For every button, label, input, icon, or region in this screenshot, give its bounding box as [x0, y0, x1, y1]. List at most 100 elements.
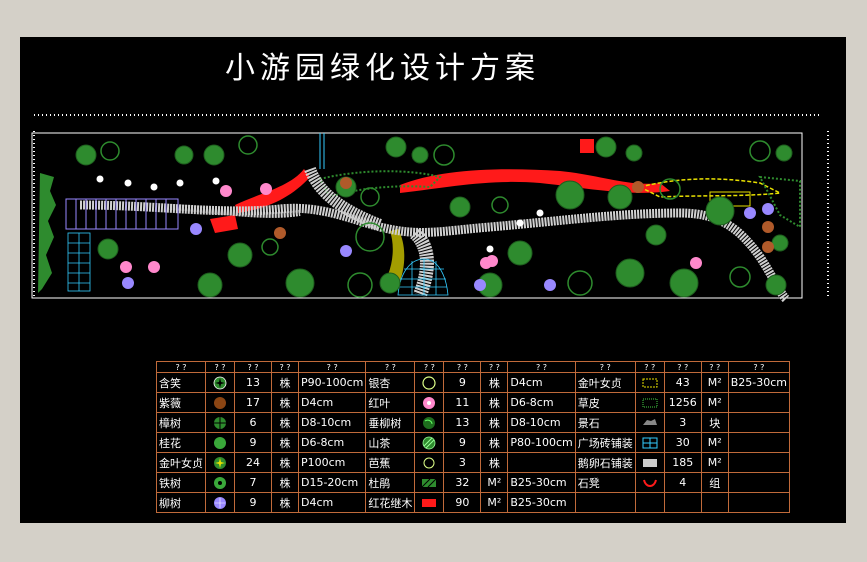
tree-symbol: [729, 266, 751, 288]
pergola: [65, 198, 179, 230]
tree-symbol: [507, 240, 533, 266]
tree-symbol: [238, 135, 258, 155]
tree-symbol: [775, 144, 793, 162]
plant-symbol: [414, 432, 445, 453]
shrub-symbol: [190, 223, 202, 235]
red-arc-icon: [642, 479, 657, 487]
cyan-grid-icon: [642, 437, 658, 448]
green-hatch-right: [758, 175, 801, 229]
plant-name: 柳树: [156, 492, 206, 513]
yellow-star-icon: [214, 456, 226, 469]
plaza-left: [67, 232, 91, 292]
plant-quantity: 30: [663, 432, 702, 453]
rock-icon: [642, 418, 657, 425]
tree-symbol: [411, 146, 429, 164]
shrub-symbol: [148, 261, 160, 273]
plant-symbol: [205, 372, 235, 393]
plant-unit: 株: [271, 432, 299, 453]
plant-spec: B25-30cm: [727, 372, 791, 393]
plant-quantity: 3: [443, 452, 482, 473]
tree-symbol: [607, 184, 633, 210]
plant-name: 石凳: [574, 472, 636, 493]
tree-symbol: [203, 144, 225, 166]
legend-row: 含笑 13 株 P90-100cm 银杏 9 株 D4cm 金叶女贞 43 M² B25-30cm: [156, 372, 791, 393]
tree-symbol: [385, 136, 407, 158]
tree-symbol: [360, 187, 380, 207]
plant-spec: D8-10cm: [297, 412, 367, 433]
tree-symbol: [555, 180, 585, 210]
shrub-symbol: [176, 179, 184, 187]
plant-quantity: 185: [663, 452, 702, 473]
plant-unit: M²: [700, 372, 729, 393]
red-square: [580, 139, 594, 153]
plant-spec: P80-100cm: [507, 432, 576, 453]
shrub-symbol: [124, 179, 132, 187]
plant-spec: [727, 392, 791, 413]
shrub-symbol: [744, 207, 756, 219]
cross-tree-icon: [214, 416, 226, 429]
plant-symbol: [634, 472, 665, 493]
legend-header-cell: ? ?: [700, 361, 729, 373]
plant-quantity: 13: [234, 372, 272, 393]
tree-symbol: [97, 238, 119, 260]
tree-symbol: [771, 234, 789, 252]
center-path: [409, 227, 434, 298]
plant-quantity: 24: [234, 452, 272, 473]
plant-name: 桂花: [156, 432, 206, 453]
legend-header-cell: ? ?: [443, 361, 482, 373]
shrub-symbol: [96, 175, 104, 183]
plant-symbol: [634, 432, 665, 453]
plant-name: 银杏: [365, 372, 416, 393]
legend-header-cell: ? ?: [271, 361, 299, 373]
shrub-symbol: [516, 219, 524, 227]
shrub-symbol: [480, 257, 492, 269]
plant-unit: 块: [700, 412, 729, 433]
trees: [75, 135, 793, 298]
plant-name: 鹅卵石铺装: [574, 452, 636, 473]
plant-name: [574, 492, 636, 513]
legend-row: 紫薇 17 株 D4cm 红叶 11 株 D6-8cm 草皮 1256 M²: [156, 392, 791, 413]
legend-header-cell: ? ?: [574, 361, 636, 373]
plant-spec: [727, 412, 791, 433]
plant-quantity: 17: [234, 392, 272, 413]
legend-row: 金叶女贞 24 株 P100cm 芭蕉 3 株鹅卵石铺装 185 M²: [156, 452, 791, 473]
tree-symbol: [705, 196, 735, 226]
plant-quantity: 6: [234, 412, 272, 433]
tree-symbol: [100, 141, 120, 161]
tree-symbol: [765, 274, 787, 296]
palm-icon: [214, 476, 226, 489]
tree-symbol: [75, 144, 97, 166]
shrub-symbol: [220, 185, 232, 197]
plant-unit: M²: [700, 452, 729, 473]
plant-quantity: 4: [663, 472, 702, 493]
pink-flower-icon: [423, 396, 436, 409]
tree-symbol: [261, 238, 279, 256]
plant-spec: D6-8cm: [297, 432, 367, 453]
red-bed-small: [210, 215, 238, 233]
tree-symbol: [433, 144, 455, 166]
plant-quantity: 9: [234, 492, 272, 513]
tree-symbol: [491, 196, 509, 214]
legend-row: 樟树 6 株 D8-10cm 垂柳树 13 株 D8-10cm 景石 3 块: [156, 412, 791, 433]
plant-unit: 组: [700, 472, 729, 493]
legend-row: 桂花 9 株 D6-8cm 山茶 9 株 P80-100cm 广场砖铺装 30 M²: [156, 432, 791, 453]
plant-name: 樟树: [156, 412, 206, 433]
legend-row: 柳树 9 株 D4cm 红花继木 90 M² B25-30cm: [156, 492, 791, 513]
plant-symbol: [634, 392, 665, 413]
plant-symbol: [205, 432, 235, 453]
plant-symbol: [634, 412, 665, 433]
plant-spec: [727, 452, 791, 473]
shrub-symbol: [762, 203, 774, 215]
plant-name: 含笑: [156, 372, 206, 393]
shrub-symbol: [260, 183, 272, 195]
tree-symbol: [749, 140, 771, 162]
legend-header-cell: ? ?: [507, 361, 576, 373]
plant-symbol: [414, 412, 445, 433]
legend-header-cell: ? ?: [480, 361, 509, 373]
tree-symbol: [227, 242, 253, 268]
shrub-symbol: [486, 245, 494, 253]
grass-icon: [641, 397, 658, 408]
plant-name: 景石: [574, 412, 636, 433]
plant-legend-table: ? ?? ?? ?? ?? ?? ?? ?? ?? ?? ?? ?? ?? ??…: [156, 361, 791, 513]
plant-unit: 株: [271, 472, 299, 493]
